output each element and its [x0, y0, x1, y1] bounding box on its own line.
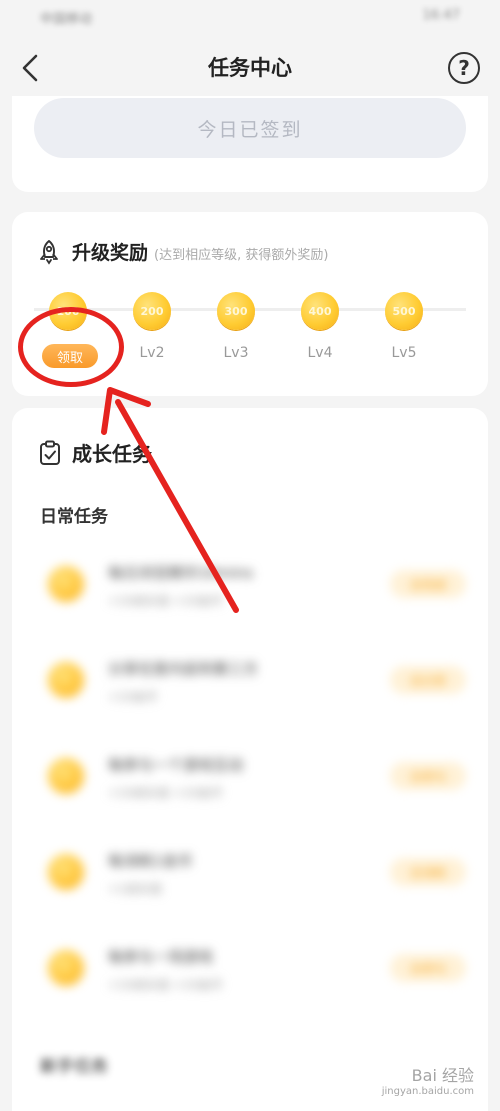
task-name: 每参与一场游戏: [108, 948, 214, 966]
task-reward: +10成长值 +10金币: [108, 978, 223, 992]
daily-task-heading: 日常任务: [40, 507, 108, 527]
checkin-card: 今日已签到: [12, 96, 488, 192]
growth-title: 成长任务: [72, 442, 152, 466]
task-icon: [48, 854, 84, 890]
help-button[interactable]: ?: [448, 52, 480, 84]
carrier-text: 中国移动: [40, 12, 93, 27]
question-icon: ?: [458, 56, 470, 80]
task-name: 分享任意内容到第三方: [108, 660, 259, 678]
watermark-site: jingyan.baidu.com: [381, 1086, 474, 1097]
task-row: 每参与一个游戏互动 +10成长值 +10金币 去参与: [12, 740, 488, 820]
task-action-button[interactable]: 去消耗: [390, 858, 466, 886]
task-icon: [48, 950, 84, 986]
task-icon: [48, 758, 84, 794]
task-name: 每参与一个游戏互动: [108, 756, 244, 774]
task-action-button[interactable]: 去分享: [390, 666, 466, 694]
task-name: 每消耗1金币: [108, 852, 193, 870]
level-coin-4: 400: [301, 292, 339, 330]
level-label-5: Lv5: [391, 345, 417, 361]
growth-header: 成长任务: [38, 438, 152, 467]
watermark-brand: Bai 经验: [411, 1066, 474, 1085]
level-coin-2: 200: [133, 292, 171, 330]
status-bar: 中国移动 16:47: [0, 0, 500, 40]
task-action-button[interactable]: 去参与: [390, 762, 466, 790]
task-reward: +10成长值 +10金币: [108, 786, 223, 800]
task-icon: [48, 566, 84, 602]
upgrade-header: 升级奖励 (达到相应等级, 获得额外奖励): [38, 238, 328, 265]
upgrade-title: 升级奖励: [72, 242, 149, 264]
growth-task-card: 成长任务 日常任务 每日浏览精华10mins +10成长值 +10金币 去完成 …: [12, 408, 488, 1111]
annotation-circle: [18, 307, 124, 387]
level-label-2: Lv2: [139, 345, 165, 361]
level-label-4: Lv4: [307, 345, 333, 361]
new-task-heading: 新手任务: [40, 1057, 108, 1077]
task-row: 分享任意内容到第三方 +10金币 去分享: [12, 644, 488, 724]
level-coin-5: 500: [385, 292, 423, 330]
page-title: 任务中心: [208, 56, 292, 80]
task-row: 每消耗1金币 +1成长值 去消耗: [12, 836, 488, 916]
task-reward: +1成长值: [108, 882, 162, 896]
upgrade-subtitle: (达到相应等级, 获得额外奖励): [154, 247, 329, 263]
level-coin-3: 300: [217, 292, 255, 330]
clipboard-check-icon: [40, 440, 60, 465]
task-reward: +10成长值 +10金币: [108, 594, 223, 608]
baidu-watermark: Bai 经验 jingyan.baidu.com: [382, 1062, 474, 1097]
task-name: 每日浏览精华10mins: [108, 564, 254, 582]
task-action-button[interactable]: 去参与: [390, 954, 466, 982]
task-icon: [48, 662, 84, 698]
rocket-icon: [40, 239, 58, 265]
task-row: 每日浏览精华10mins +10成长值 +10金币 去完成: [12, 548, 488, 628]
checked-in-button[interactable]: 今日已签到: [34, 98, 466, 158]
task-action-button[interactable]: 去完成: [390, 570, 466, 598]
nav-bar: 任务中心 ?: [0, 40, 500, 96]
clock-text: 16:47: [422, 8, 460, 23]
level-label-3: Lv3: [223, 345, 249, 361]
task-reward: +10金币: [108, 690, 158, 704]
task-row: 每参与一场游戏 +10成长值 +10金币 去参与: [12, 932, 488, 1012]
